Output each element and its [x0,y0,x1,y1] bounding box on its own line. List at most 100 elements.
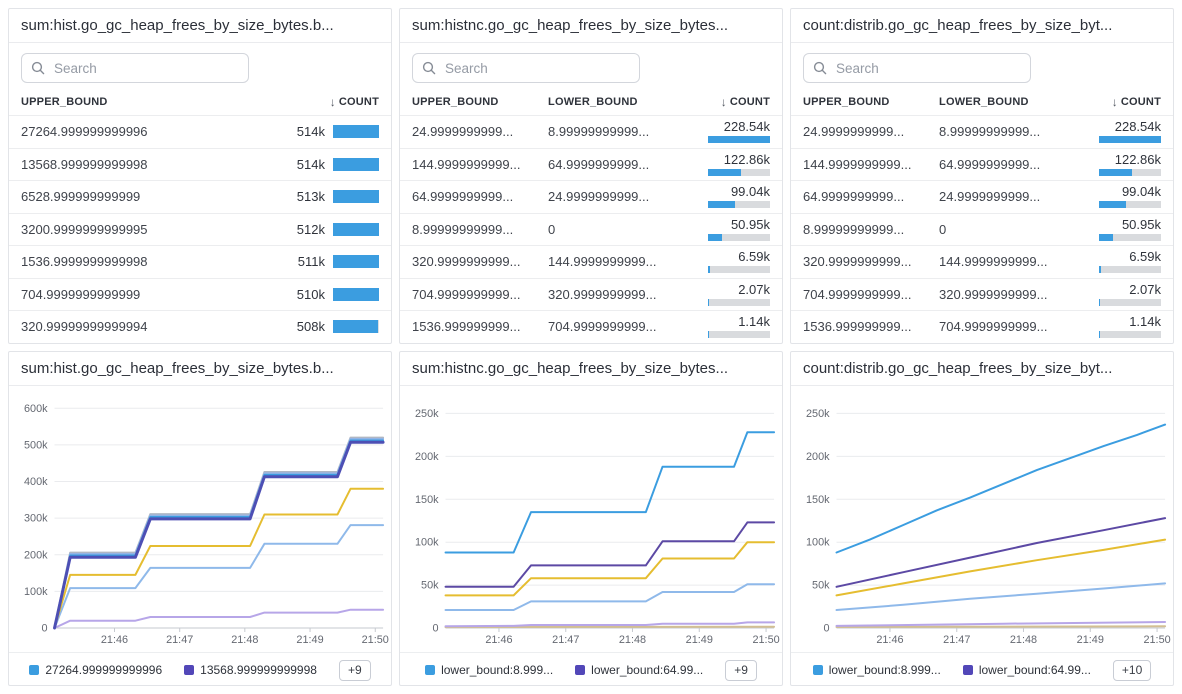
table-row[interactable]: 704.9999999999999510k [9,278,391,311]
table-row[interactable]: 1536.999999999...704.9999999999...1.14k [791,310,1173,343]
count-bar [333,255,379,268]
search-icon [422,61,436,75]
timeseries-chart[interactable]: 050k100k150k200k250k21:4621:4721:4821:49… [791,386,1173,652]
upper-bound-value: 6528.999999999999 [21,189,289,204]
series-line[interactable] [55,442,384,628]
count-bar [1099,331,1161,338]
legend-overflow-button[interactable]: +10 [1113,660,1151,681]
series-line[interactable] [446,622,775,626]
table-row[interactable]: 64.9999999999...24.9999999999...99.04k [791,180,1173,213]
legend-item[interactable]: lower_bound:64.99... [963,663,1091,677]
table-header: UPPER_BOUND LOWER_BOUND ↓COUNT [400,90,782,115]
series-line[interactable] [55,441,384,629]
count-bar [333,320,379,333]
upper-bound-value: 13568.999999999998 [21,157,289,172]
search-wrap [400,43,782,90]
table-row[interactable]: 3200.9999999999995512k [9,213,391,246]
count-bar [1099,299,1161,306]
search-box[interactable] [21,53,249,83]
table-row[interactable]: 27264.999999999996514k [9,115,391,148]
table-row[interactable]: 704.9999999999...320.9999999999...2.07k [400,278,782,311]
upper-bound-value: 704.9999999999... [803,287,939,302]
count-value: 50.95k [1122,218,1161,232]
table-row[interactable]: 1536.999999999...704.9999999999...1.14k [400,310,782,343]
upper-bound-value: 27264.999999999996 [21,124,289,139]
count-cell: 6.59k [1099,250,1161,273]
search-input[interactable] [52,60,239,77]
lower-bound-value: 320.9999999999... [939,287,1099,302]
legend-label: lower_bound:64.99... [979,663,1091,677]
column-header-count[interactable]: ↓COUNT [330,95,379,109]
table-row[interactable]: 24.9999999999...8.99999999999...228.54k [791,115,1173,148]
table-row[interactable]: 8.99999999999...050.95k [791,213,1173,246]
timeseries-panel-3: count:distrib.go_gc_heap_frees_by_size_b… [790,351,1174,686]
table-row[interactable]: 1536.9999999999998511k [9,245,391,278]
lower-bound-value: 8.99999999999... [548,124,708,139]
timeseries-chart[interactable]: 0100k200k300k400k500k600k21:4621:4721:48… [9,386,391,652]
legend-label: lower_bound:8.999... [441,663,553,677]
legend-item[interactable]: lower_bound:8.999... [425,663,553,677]
table-row[interactable]: 8.99999999999...050.95k [400,213,782,246]
count-bar [1099,266,1161,273]
y-tick-label: 200k [24,549,48,561]
series-line[interactable] [446,522,775,586]
series-line[interactable] [55,610,384,628]
legend-item[interactable]: 27264.999999999996 [29,663,162,677]
series-line[interactable] [837,518,1166,587]
column-header-lower-bound[interactable]: LOWER_BOUND [548,96,721,108]
legend-overflow-button[interactable]: +9 [339,660,371,681]
series-line[interactable] [837,425,1166,553]
sort-desc-icon: ↓ [1112,95,1118,109]
table-row[interactable]: 144.9999999999...64.9999999999...122.86k [400,148,782,181]
column-header-upper-bound[interactable]: UPPER_BOUND [21,96,330,108]
legend-item[interactable]: lower_bound:8.999... [813,663,941,677]
lower-bound-value: 8.99999999999... [939,124,1099,139]
count-value: 2.07k [738,283,770,297]
search-input[interactable] [834,60,1021,77]
search-input[interactable] [443,60,630,77]
count-cell: 99.04k [1099,185,1161,208]
legend-swatch [184,665,194,675]
series-line[interactable] [837,626,1166,627]
upper-bound-value: 320.99999999999994 [21,319,289,334]
lower-bound-value: 64.9999999999... [548,157,708,172]
table-row[interactable]: 320.9999999999...144.9999999999...6.59k [791,245,1173,278]
table-row[interactable]: 704.9999999999...320.9999999999...2.07k [791,278,1173,311]
table-row[interactable]: 24.9999999999...8.99999999999...228.54k [400,115,782,148]
column-header-upper-bound[interactable]: UPPER_BOUND [803,96,939,108]
table-row[interactable]: 144.9999999999...64.9999999999...122.86k [791,148,1173,181]
series-line[interactable] [446,432,775,552]
upper-bound-value: 3200.9999999999995 [21,222,289,237]
timeseries-chart[interactable]: 050k100k150k200k250k21:4621:4721:4821:49… [400,386,782,652]
table-header: UPPER_BOUND ↓COUNT [9,90,391,115]
table-row[interactable]: 320.9999999999...144.9999999999...6.59k [400,245,782,278]
series-line[interactable] [55,439,384,628]
legend-item[interactable]: lower_bound:64.99... [575,663,703,677]
x-tick-label: 21:48 [1010,634,1037,646]
x-tick-label: 21:49 [296,634,323,646]
table-row[interactable]: 320.99999999999994508k [9,310,391,343]
x-tick-label: 21:48 [619,634,646,646]
column-header-count[interactable]: ↓COUNT [1112,95,1161,109]
panel-title: sum:histnc.go_gc_heap_frees_by_size_byte… [400,9,782,43]
table-header: UPPER_BOUND LOWER_BOUND ↓COUNT [791,90,1173,115]
count-cell: 514k [289,157,379,172]
series-line[interactable] [837,622,1166,626]
legend-item[interactable]: 13568.999999999998 [184,663,317,677]
legend-overflow-button[interactable]: +9 [725,660,757,681]
count-bar [708,299,770,306]
column-header-count[interactable]: ↓COUNT [721,95,770,109]
chart-legend: lower_bound:8.999... lower_bound:64.99...… [791,652,1173,686]
column-header-lower-bound[interactable]: LOWER_BOUND [939,96,1112,108]
y-tick-label: 300k [24,513,48,525]
search-box[interactable] [412,53,640,83]
search-box[interactable] [803,53,1031,83]
table-row[interactable]: 64.9999999999...24.9999999999...99.04k [400,180,782,213]
y-tick-label: 100k [24,586,48,598]
column-header-upper-bound[interactable]: UPPER_BOUND [412,96,548,108]
series-line[interactable] [55,438,384,628]
count-cell: 508k [289,319,379,334]
series-line[interactable] [446,584,775,610]
table-row[interactable]: 13568.999999999998514k [9,148,391,181]
table-row[interactable]: 6528.999999999999513k [9,180,391,213]
